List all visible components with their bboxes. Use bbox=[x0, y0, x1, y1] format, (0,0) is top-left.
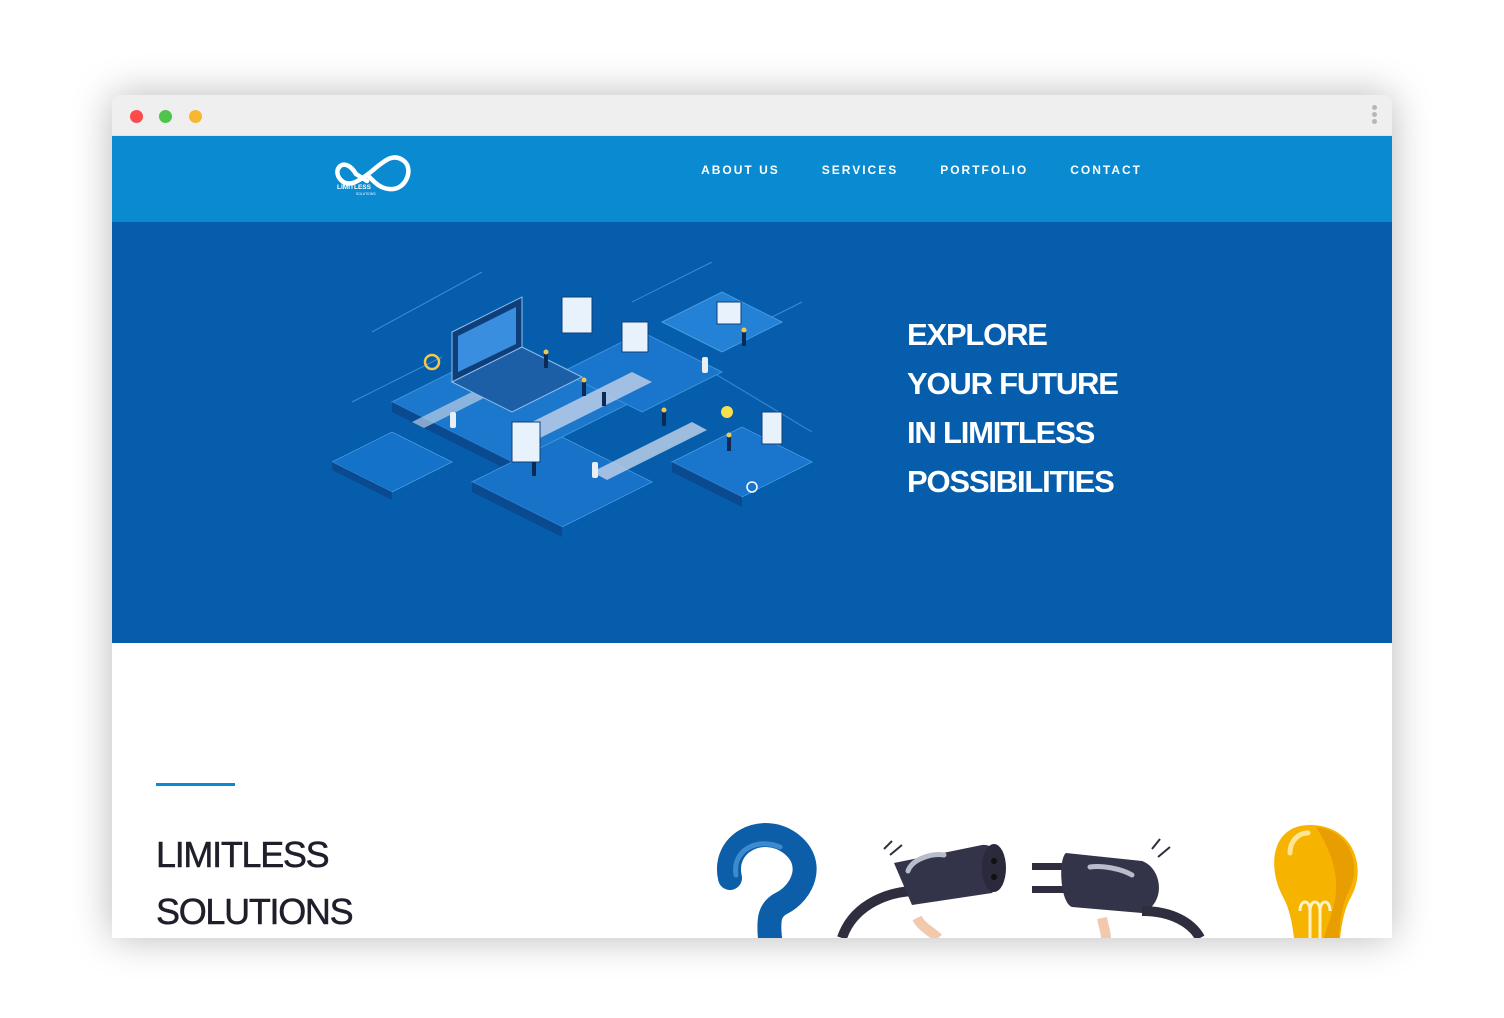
prongs-plug-icon bbox=[1032, 838, 1205, 938]
logo-wordmark: LIMITLESS bbox=[337, 184, 372, 191]
nav-about-us[interactable]: ABOUT US bbox=[701, 163, 780, 177]
section-accent-divider bbox=[156, 783, 235, 786]
hero-section: EXPLORE YOUR FUTURE IN LIMITLESS POSSIBI… bbox=[112, 222, 1392, 643]
section-title-line: SOLUTIONS bbox=[156, 891, 354, 933]
nav-services[interactable]: SERVICES bbox=[822, 163, 898, 177]
browser-window: LIMITLESS SOLUTIONS ABOUT US SERVICES PO… bbox=[112, 95, 1392, 938]
question-mark-icon bbox=[717, 823, 817, 938]
window-titlebar bbox=[112, 95, 1392, 136]
hero-headline-line: IN LIMITLESS bbox=[907, 415, 1095, 450]
solutions-section: LIMITLESS SOLUTIONS bbox=[112, 643, 1392, 938]
hero-headline: EXPLORE YOUR FUTURE IN LIMITLESS POSSIBI… bbox=[907, 310, 1119, 506]
nav-portfolio[interactable]: PORTFOLIO bbox=[940, 163, 1028, 177]
logo-subtext: SOLUTIONS bbox=[356, 192, 376, 196]
question-plug-lightbulb-illustration bbox=[717, 823, 1358, 938]
section-title: LIMITLESS SOLUTIONS bbox=[156, 826, 354, 938]
close-window-button[interactable] bbox=[130, 110, 143, 123]
page: LIMITLESS SOLUTIONS ABOUT US SERVICES PO… bbox=[0, 0, 1504, 1018]
lightbulb-icon bbox=[1274, 825, 1358, 938]
more-vertical-icon[interactable] bbox=[1370, 105, 1378, 129]
zoom-window-button[interactable] bbox=[189, 110, 202, 123]
hero-headline-line: YOUR FUTURE bbox=[907, 366, 1119, 401]
infinity-logo-icon[interactable]: LIMITLESS SOLUTIONS bbox=[334, 149, 412, 199]
main-nav: ABOUT US SERVICES PORTFOLIO CONTACT bbox=[659, 163, 1142, 177]
hero-headline-line: EXPLORE bbox=[907, 317, 1048, 352]
nav-contact[interactable]: CONTACT bbox=[1070, 163, 1142, 177]
site-header: LIMITLESS SOLUTIONS ABOUT US SERVICES PO… bbox=[112, 136, 1392, 222]
socket-plug-icon bbox=[837, 840, 1006, 938]
isometric-technology-city-illustration bbox=[332, 262, 814, 537]
section-title-line: LIMITLESS bbox=[156, 834, 330, 876]
minimize-window-button[interactable] bbox=[159, 110, 172, 123]
hero-headline-line: POSSIBILITIES bbox=[907, 464, 1115, 499]
